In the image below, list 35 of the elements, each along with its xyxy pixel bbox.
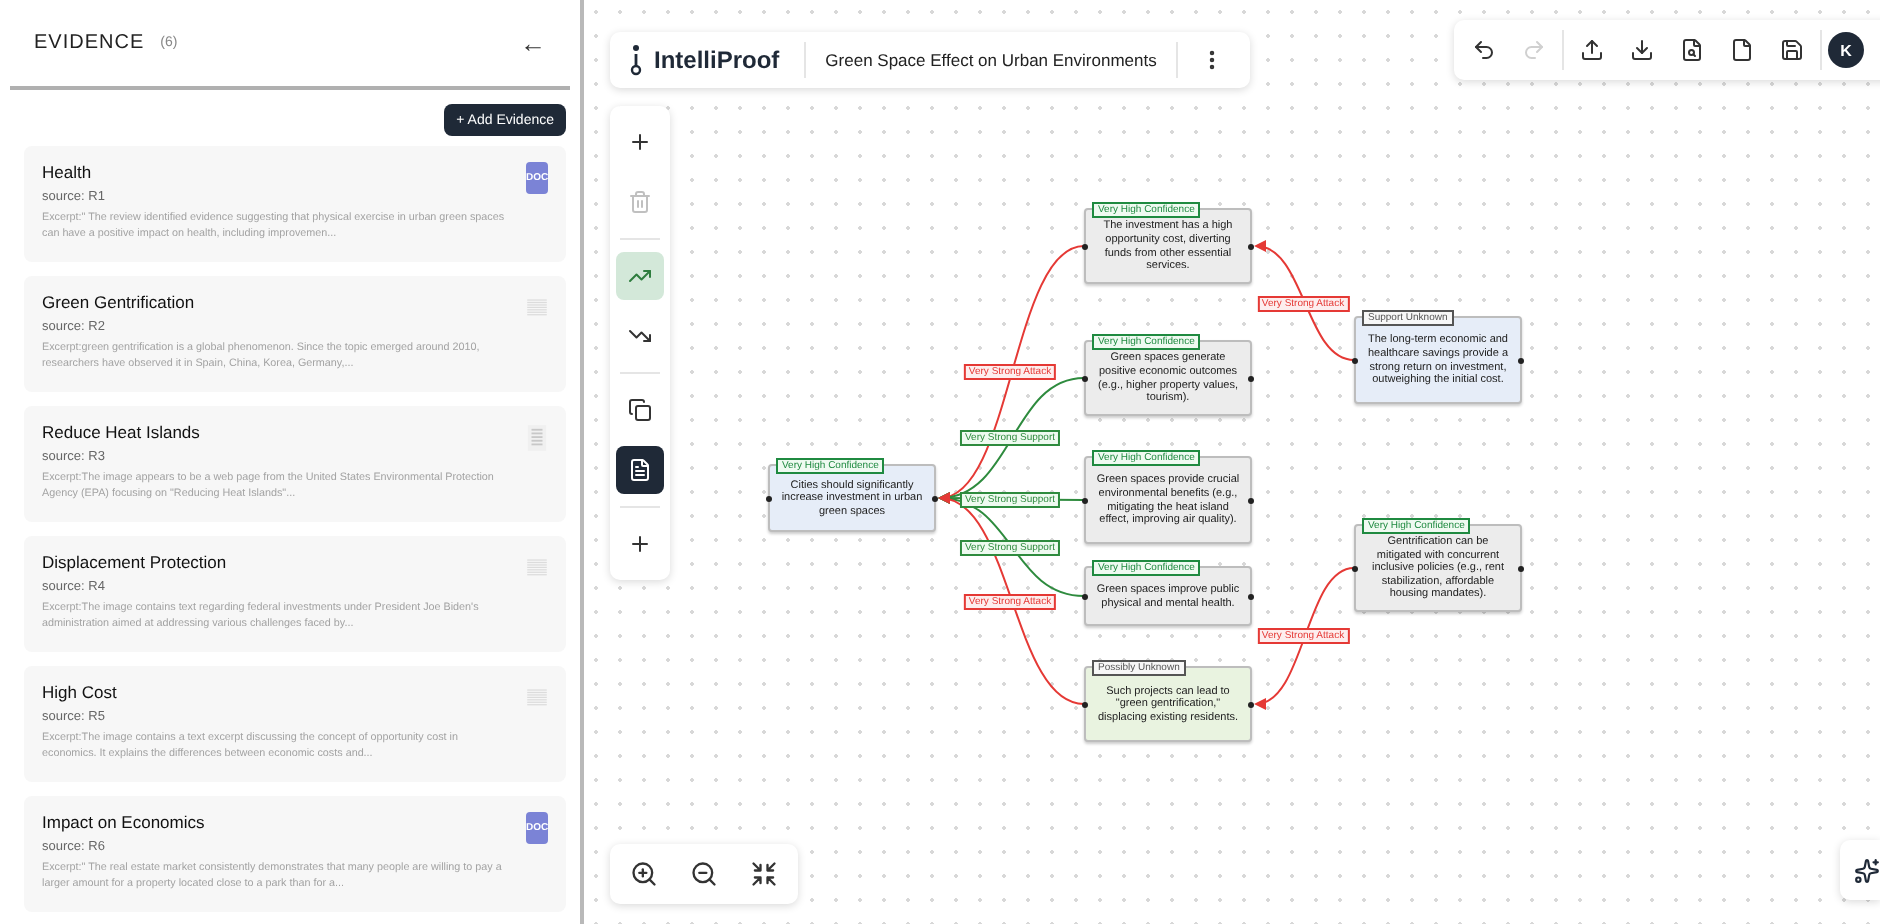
node-handle[interactable] bbox=[1248, 375, 1254, 381]
node-handle[interactable] bbox=[1248, 243, 1254, 249]
back-button[interactable]: ← bbox=[520, 28, 546, 58]
node-handle[interactable] bbox=[1518, 357, 1524, 363]
node-handle[interactable] bbox=[766, 495, 772, 501]
node-handle[interactable] bbox=[1082, 701, 1088, 707]
node-handle[interactable] bbox=[1248, 701, 1254, 707]
evidence-title: Reduce Heat Islands bbox=[42, 422, 202, 442]
logo-icon bbox=[626, 44, 646, 76]
node-handle[interactable] bbox=[1082, 375, 1088, 381]
node-handle[interactable] bbox=[1518, 565, 1524, 571]
evidence-title: Displacement Protection bbox=[42, 552, 229, 572]
edge-arrow bbox=[1254, 242, 1355, 361]
evidence-title: Health bbox=[42, 162, 94, 182]
node-handle[interactable] bbox=[1248, 497, 1254, 503]
node-handle[interactable] bbox=[932, 495, 938, 501]
node-handle[interactable] bbox=[1248, 593, 1254, 599]
sparkles-icon bbox=[1854, 857, 1880, 883]
evidence-title: Green Gentrification bbox=[42, 292, 197, 312]
node-handle[interactable] bbox=[1082, 593, 1088, 599]
node-handle[interactable] bbox=[1352, 357, 1358, 363]
document-icon[interactable] bbox=[616, 446, 664, 494]
app-name: IntelliProof bbox=[652, 46, 782, 74]
evidence-title: High Cost bbox=[42, 682, 119, 702]
document-thumbnail-icon bbox=[526, 422, 548, 454]
node-handle[interactable] bbox=[1082, 497, 1088, 503]
panel-title: EVIDENCE bbox=[34, 32, 145, 54]
evidence-title: Impact on Economics bbox=[42, 812, 207, 832]
node-handle[interactable] bbox=[1352, 565, 1358, 571]
assistant-button[interactable] bbox=[1840, 840, 1880, 900]
node-handle[interactable] bbox=[1082, 243, 1088, 249]
trending-up-icon[interactable] bbox=[616, 252, 664, 300]
document-title[interactable]: Green Space Effect on Urban Environments bbox=[805, 50, 1177, 70]
user-avatar[interactable]: K bbox=[1828, 32, 1864, 68]
edge-arrow bbox=[1254, 567, 1355, 708]
